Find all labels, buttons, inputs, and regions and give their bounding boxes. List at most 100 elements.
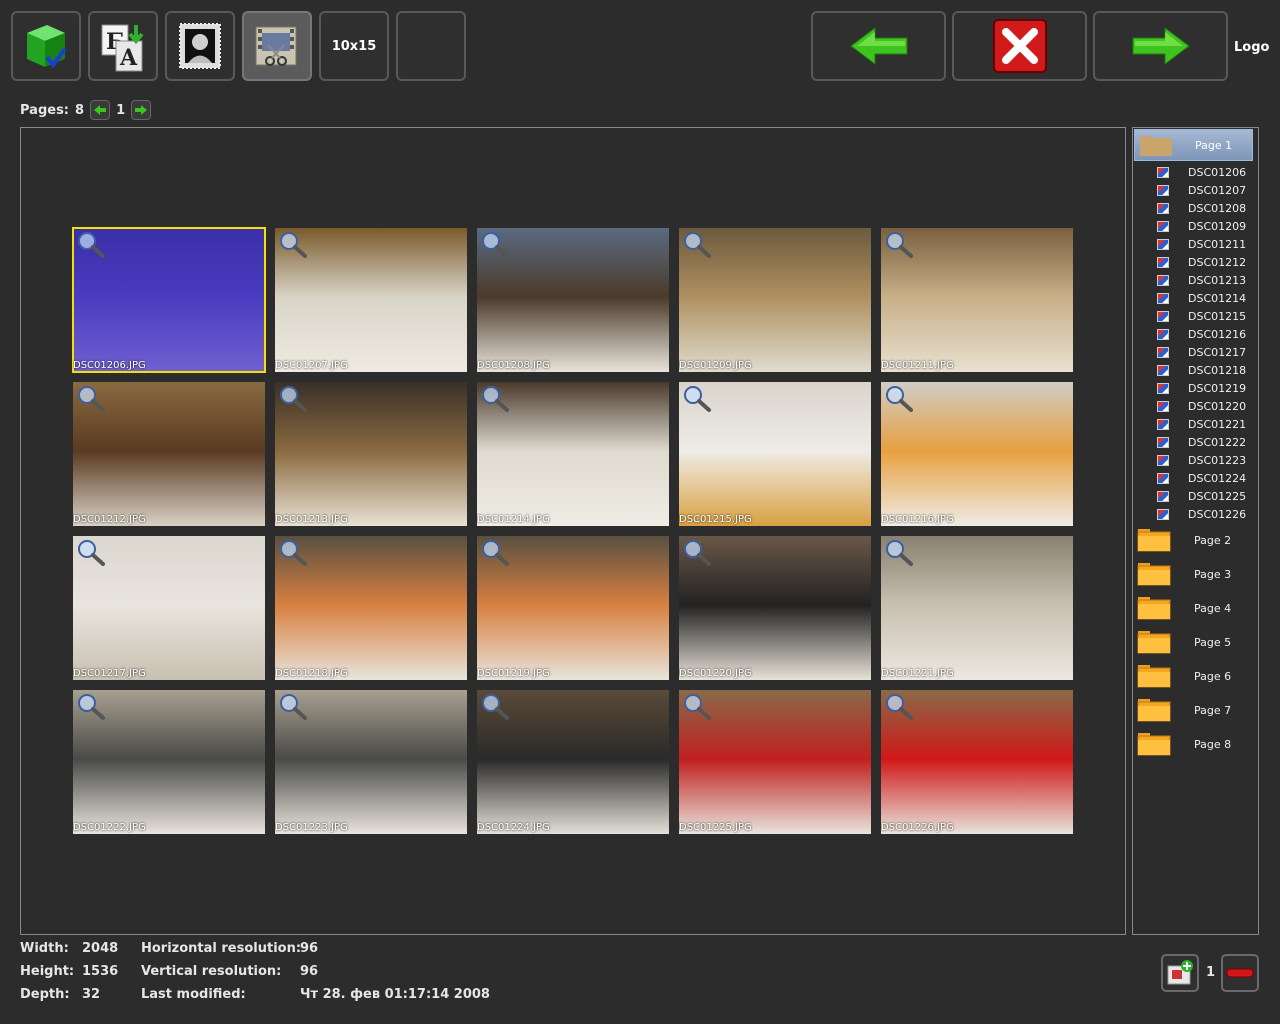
magnifier-icon[interactable] bbox=[682, 230, 712, 258]
photo-thumbnail[interactable]: DSC01217.JPG bbox=[73, 536, 265, 680]
photo-thumbnail[interactable]: DSC01226.JPG bbox=[881, 690, 1073, 834]
tree-file-item[interactable]: DSC01225 bbox=[1157, 487, 1246, 505]
magnifier-icon[interactable] bbox=[278, 692, 308, 720]
next-page-button[interactable] bbox=[131, 100, 152, 120]
tree-file-item[interactable]: DSC01214 bbox=[1157, 289, 1246, 307]
thumbnail-caption: DSC01224.JPG bbox=[477, 822, 550, 833]
tree-file-item[interactable]: DSC01217 bbox=[1157, 343, 1246, 361]
tree-file-item[interactable]: DSC01212 bbox=[1157, 253, 1246, 271]
magnifier-icon[interactable] bbox=[682, 538, 712, 566]
photo-thumbnail[interactable]: DSC01213.JPG bbox=[275, 382, 467, 526]
prev-page-button[interactable] bbox=[90, 100, 111, 120]
filmstrip-cut-button[interactable] bbox=[242, 11, 312, 81]
tree-page-label: Page 8 bbox=[1194, 738, 1232, 751]
tree-page-item[interactable]: Page 7 bbox=[1136, 695, 1256, 725]
portrait-stamp-button[interactable] bbox=[165, 11, 235, 81]
thumbnail-caption: DSC01225.JPG bbox=[679, 822, 752, 833]
tree-file-label: DSC01219 bbox=[1188, 381, 1247, 395]
magnifier-icon[interactable] bbox=[884, 230, 914, 258]
photo-thumbnail[interactable]: DSC01225.JPG bbox=[679, 690, 871, 834]
image-file-icon bbox=[1157, 490, 1169, 502]
magnifier-icon[interactable] bbox=[480, 384, 510, 412]
magnifier-icon[interactable] bbox=[76, 384, 106, 412]
tree-file-item[interactable]: DSC01209 bbox=[1157, 217, 1246, 235]
tree-file-item[interactable]: DSC01223 bbox=[1157, 451, 1246, 469]
tree-page-item[interactable]: Page 6 bbox=[1136, 661, 1256, 691]
tree-file-item[interactable]: DSC01207 bbox=[1157, 181, 1246, 199]
magnifier-icon[interactable] bbox=[682, 384, 712, 412]
magnifier-icon[interactable] bbox=[278, 538, 308, 566]
photo-thumbnail[interactable]: DSC01208.JPG bbox=[477, 228, 669, 372]
print-count: 1 bbox=[1206, 965, 1216, 980]
photo-thumbnail[interactable]: DSC01211.JPG bbox=[881, 228, 1073, 372]
apply-button[interactable] bbox=[11, 11, 81, 81]
photo-thumbnail[interactable]: DSC01223.JPG bbox=[275, 690, 467, 834]
tree-page-item[interactable]: Page 2 bbox=[1136, 525, 1256, 555]
tree-file-item[interactable]: DSC01206 bbox=[1157, 163, 1246, 181]
magnifier-icon[interactable] bbox=[76, 692, 106, 720]
translate-button[interactable]: Б A bbox=[88, 11, 158, 81]
tree-file-item[interactable]: DSC01208 bbox=[1157, 199, 1246, 217]
tree-file-item[interactable]: DSC01213 bbox=[1157, 271, 1246, 289]
tree-file-label: DSC01223 bbox=[1188, 453, 1247, 467]
photo-thumbnail[interactable]: DSC01221.JPG bbox=[881, 536, 1073, 680]
tree-page-item[interactable]: Page 8 bbox=[1136, 729, 1256, 759]
thumbnail-caption: DSC01226.JPG bbox=[881, 822, 954, 833]
photo-thumbnail[interactable]: DSC01212.JPG bbox=[73, 382, 265, 526]
magnifier-icon[interactable] bbox=[682, 692, 712, 720]
magnifier-icon[interactable] bbox=[480, 692, 510, 720]
magnifier-icon[interactable] bbox=[884, 692, 914, 720]
photo-thumbnail[interactable]: DSC01215.JPG bbox=[679, 382, 871, 526]
photo-thumbnail[interactable]: DSC01209.JPG bbox=[679, 228, 871, 372]
magnifier-icon[interactable] bbox=[480, 230, 510, 258]
tree-file-label: DSC01217 bbox=[1188, 345, 1247, 359]
photo-thumbnail[interactable]: DSC01206.JPG bbox=[72, 227, 266, 373]
photo-thumbnail[interactable]: DSC01222.JPG bbox=[73, 690, 265, 834]
add-print-button[interactable] bbox=[1161, 954, 1199, 992]
tree-page-item[interactable]: Page 3 bbox=[1136, 559, 1256, 589]
back-button[interactable] bbox=[811, 11, 946, 81]
photo-thumbnail[interactable]: DSC01224.JPG bbox=[477, 690, 669, 834]
green-arrow-left-icon bbox=[849, 27, 907, 65]
folder-icon bbox=[1137, 733, 1171, 756]
tree-file-item[interactable]: DSC01226 bbox=[1157, 505, 1246, 523]
tree-page-item[interactable]: Page 5 bbox=[1136, 627, 1256, 657]
magnifier-icon[interactable] bbox=[480, 538, 510, 566]
image-file-icon bbox=[1157, 436, 1169, 448]
magnifier-icon[interactable] bbox=[884, 384, 914, 412]
tree-file-item[interactable]: DSC01216 bbox=[1157, 325, 1246, 343]
print-size-button[interactable]: 10x15 bbox=[319, 11, 389, 81]
photo-thumbnail[interactable]: DSC01219.JPG bbox=[477, 536, 669, 680]
tree-file-item[interactable]: DSC01219 bbox=[1157, 379, 1246, 397]
tree-file-item[interactable]: DSC01218 bbox=[1157, 361, 1246, 379]
magnifier-icon[interactable] bbox=[76, 230, 106, 258]
empty-toolbar-button[interactable] bbox=[396, 11, 466, 81]
photo-thumbnail[interactable]: DSC01220.JPG bbox=[679, 536, 871, 680]
photo-thumbnail[interactable]: DSC01207.JPG bbox=[275, 228, 467, 372]
next-button[interactable] bbox=[1093, 11, 1228, 81]
magnifier-icon[interactable] bbox=[278, 384, 308, 412]
photo-thumbnail[interactable]: DSC01216.JPG bbox=[881, 382, 1073, 526]
tree-file-label: DSC01206 bbox=[1188, 165, 1247, 179]
photo-thumbnail[interactable]: DSC01214.JPG bbox=[477, 382, 669, 526]
tree-file-label: DSC01211 bbox=[1188, 237, 1247, 251]
tree-file-item[interactable]: DSC01220 bbox=[1157, 397, 1246, 415]
tree-file-item[interactable]: DSC01221 bbox=[1157, 415, 1246, 433]
thumbnail-caption: DSC01206.JPG bbox=[73, 360, 146, 371]
photo-thumbnail[interactable]: DSC01218.JPG bbox=[275, 536, 467, 680]
tree-page-item[interactable]: Page 4 bbox=[1136, 593, 1256, 623]
remove-print-button[interactable] bbox=[1221, 954, 1259, 992]
tree-file-item[interactable]: DSC01224 bbox=[1157, 469, 1246, 487]
magnifier-icon[interactable] bbox=[76, 538, 106, 566]
tree-file-item[interactable]: DSC01215 bbox=[1157, 307, 1246, 325]
tree-file-item[interactable]: DSC01222 bbox=[1157, 433, 1246, 451]
tree-page-item-selected[interactable]: Page 1 bbox=[1134, 129, 1253, 161]
red-minus-icon bbox=[1226, 968, 1254, 978]
thumbnail-caption: DSC01214.JPG bbox=[477, 514, 550, 525]
tree-file-item[interactable]: DSC01211 bbox=[1157, 235, 1246, 253]
magnifier-icon[interactable] bbox=[278, 230, 308, 258]
magnifier-icon[interactable] bbox=[884, 538, 914, 566]
tree-file-label: DSC01213 bbox=[1188, 273, 1247, 287]
folder-icon bbox=[1137, 529, 1171, 552]
cancel-button[interactable] bbox=[952, 11, 1087, 81]
